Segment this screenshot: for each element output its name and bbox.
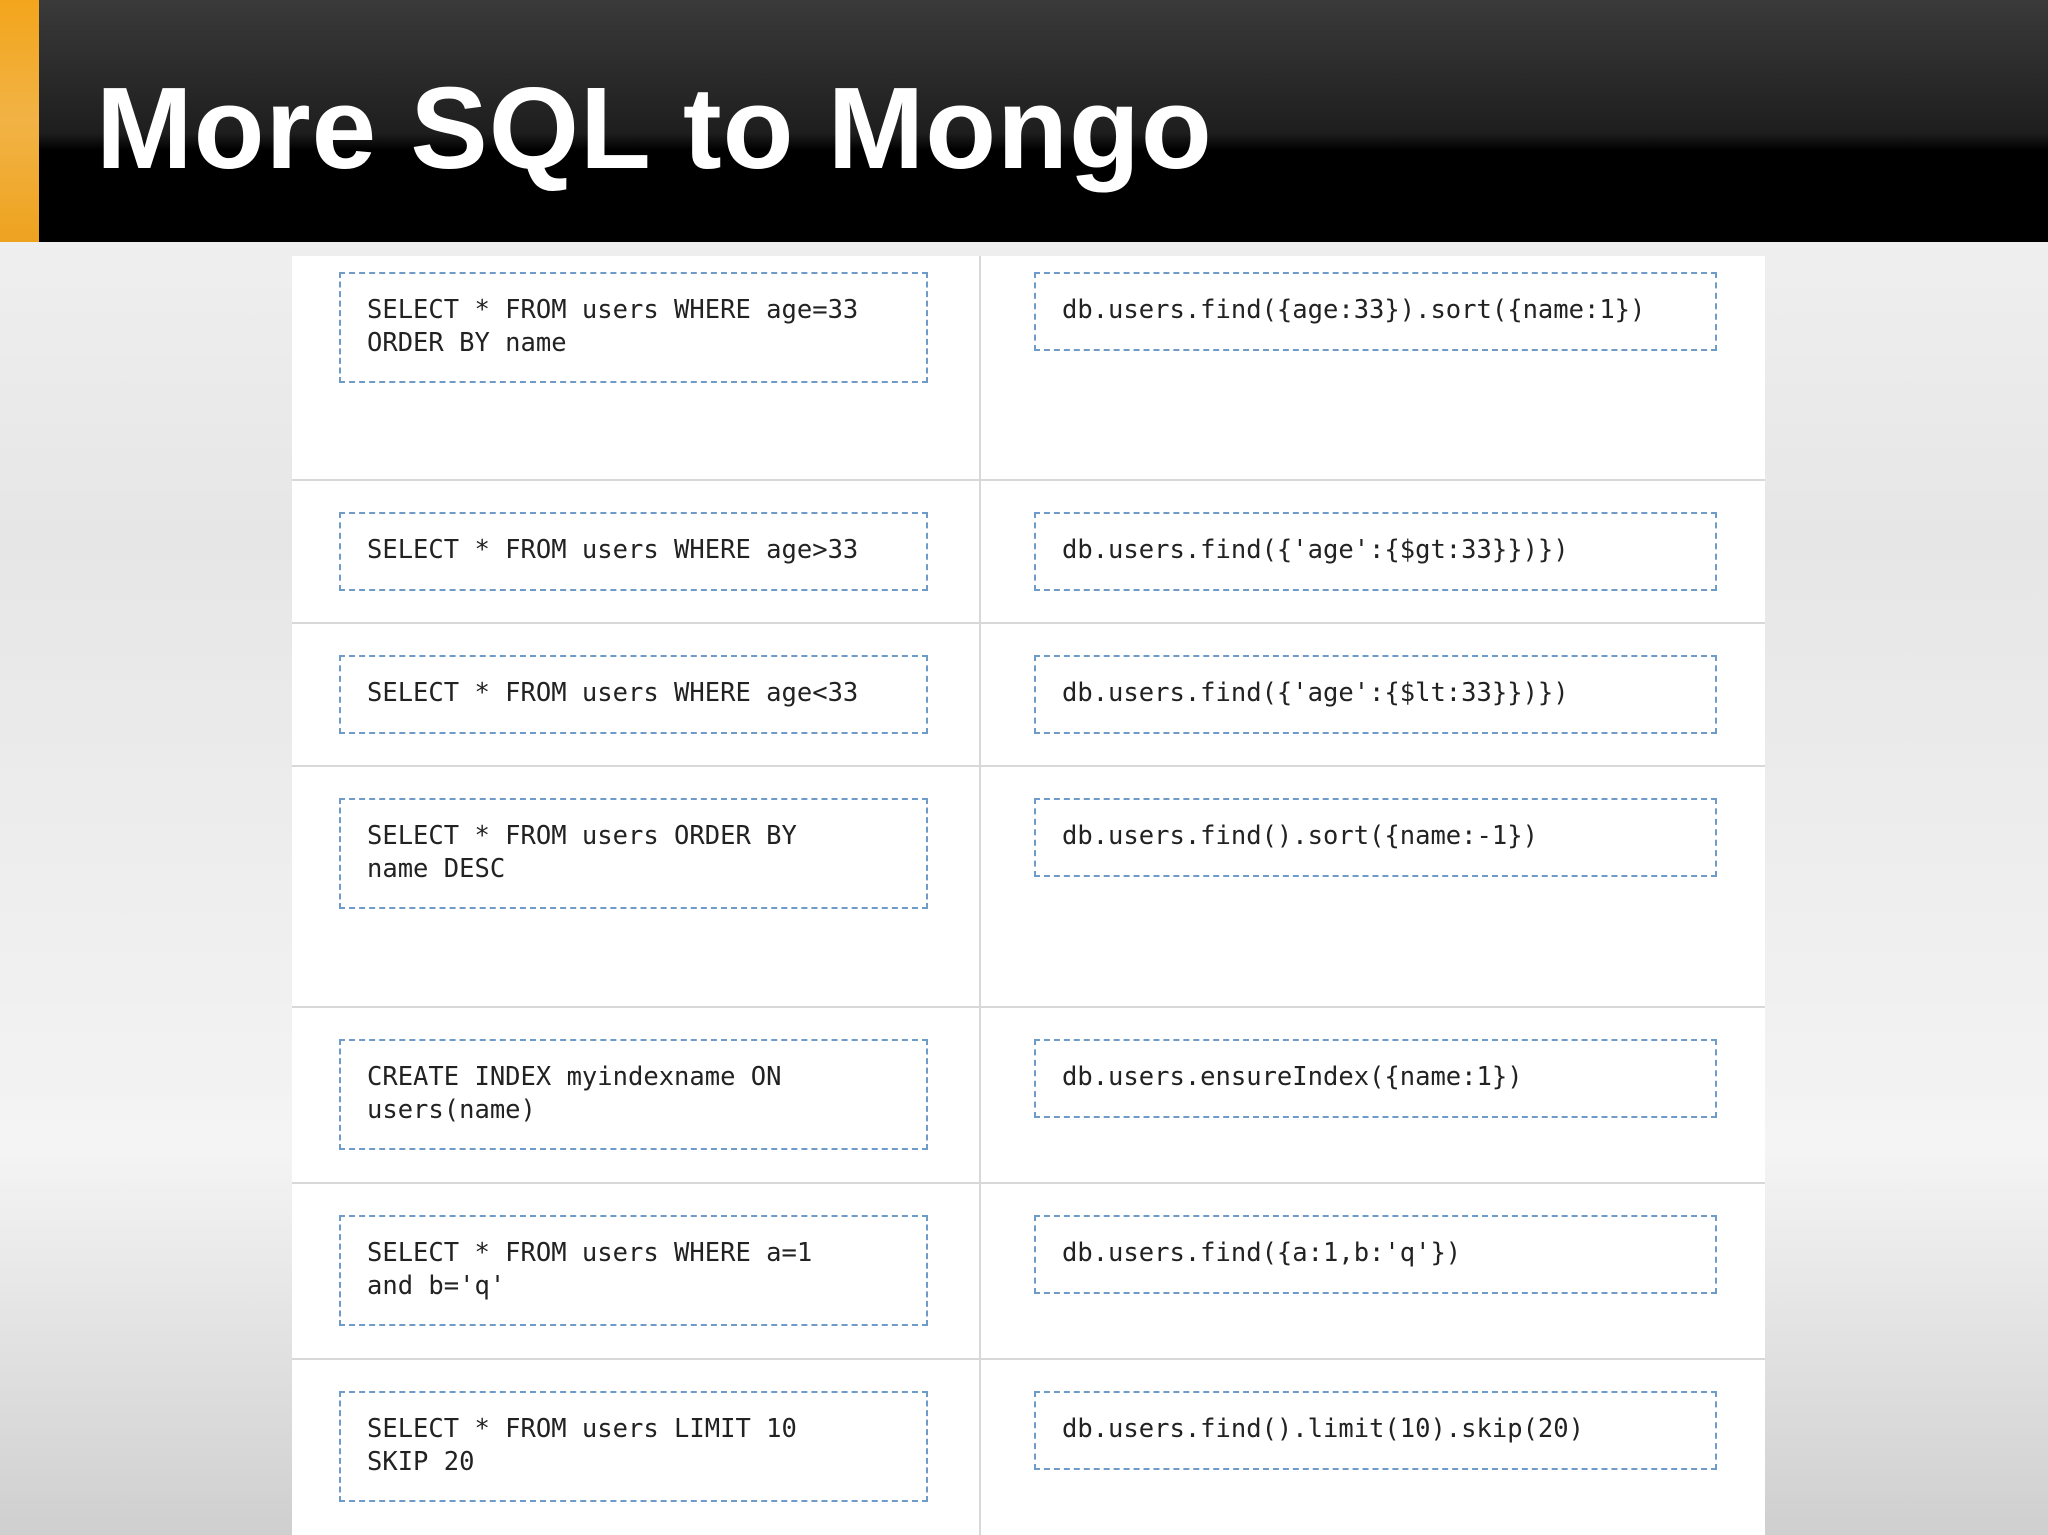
mongo-query: db.users.ensureIndex({name:1}) <box>1034 1039 1717 1118</box>
mongo-query: db.users.find({a:1,b:'q'}) <box>1034 1215 1717 1294</box>
column-divider <box>979 767 981 1006</box>
table-row: SELECT * FROM users WHERE age<33 db.user… <box>292 624 1765 767</box>
table-row: SELECT * FROM users LIMIT 10 SKIP 20 db.… <box>292 1360 1765 1535</box>
accent-bar <box>0 0 39 242</box>
mongo-query: db.users.find({age:33}).sort({name:1}) <box>1034 272 1717 351</box>
sql-query: SELECT * FROM users LIMIT 10 SKIP 20 <box>339 1391 928 1502</box>
table-row: SELECT * FROM users WHERE a=1 and b='q' … <box>292 1184 1765 1360</box>
slide-header: More SQL to Mongo <box>0 0 2048 242</box>
column-divider <box>979 1008 981 1182</box>
sql-query: SELECT * FROM users WHERE age>33 <box>339 512 928 591</box>
column-divider <box>979 1184 981 1358</box>
slide-title: More SQL to Mongo <box>96 63 1213 193</box>
sql-query: SELECT * FROM users WHERE age=33 ORDER B… <box>339 272 928 383</box>
mongo-query: db.users.find({'age':{$lt:33}})}) <box>1034 655 1717 734</box>
mongo-query: db.users.find().sort({name:-1}) <box>1034 798 1717 877</box>
column-divider <box>979 481 981 622</box>
table-row: CREATE INDEX myindexname ON users(name) … <box>292 1008 1765 1184</box>
table-row: SELECT * FROM users WHERE age=33 ORDER B… <box>292 256 1765 481</box>
mongo-query: db.users.find({'age':{$gt:33}})}) <box>1034 512 1717 591</box>
mongo-query: db.users.find().limit(10).skip(20) <box>1034 1391 1717 1470</box>
column-divider <box>979 1360 981 1535</box>
sql-query: SELECT * FROM users WHERE age<33 <box>339 655 928 734</box>
column-divider <box>979 624 981 765</box>
table-row: SELECT * FROM users ORDER BY name DESC d… <box>292 767 1765 1008</box>
comparison-table: SELECT * FROM users WHERE age=33 ORDER B… <box>292 256 1765 1535</box>
sql-query: SELECT * FROM users WHERE a=1 and b='q' <box>339 1215 928 1326</box>
sql-query: SELECT * FROM users ORDER BY name DESC <box>339 798 928 909</box>
sql-query: CREATE INDEX myindexname ON users(name) <box>339 1039 928 1150</box>
table-row: SELECT * FROM users WHERE age>33 db.user… <box>292 481 1765 624</box>
column-divider <box>979 256 981 479</box>
